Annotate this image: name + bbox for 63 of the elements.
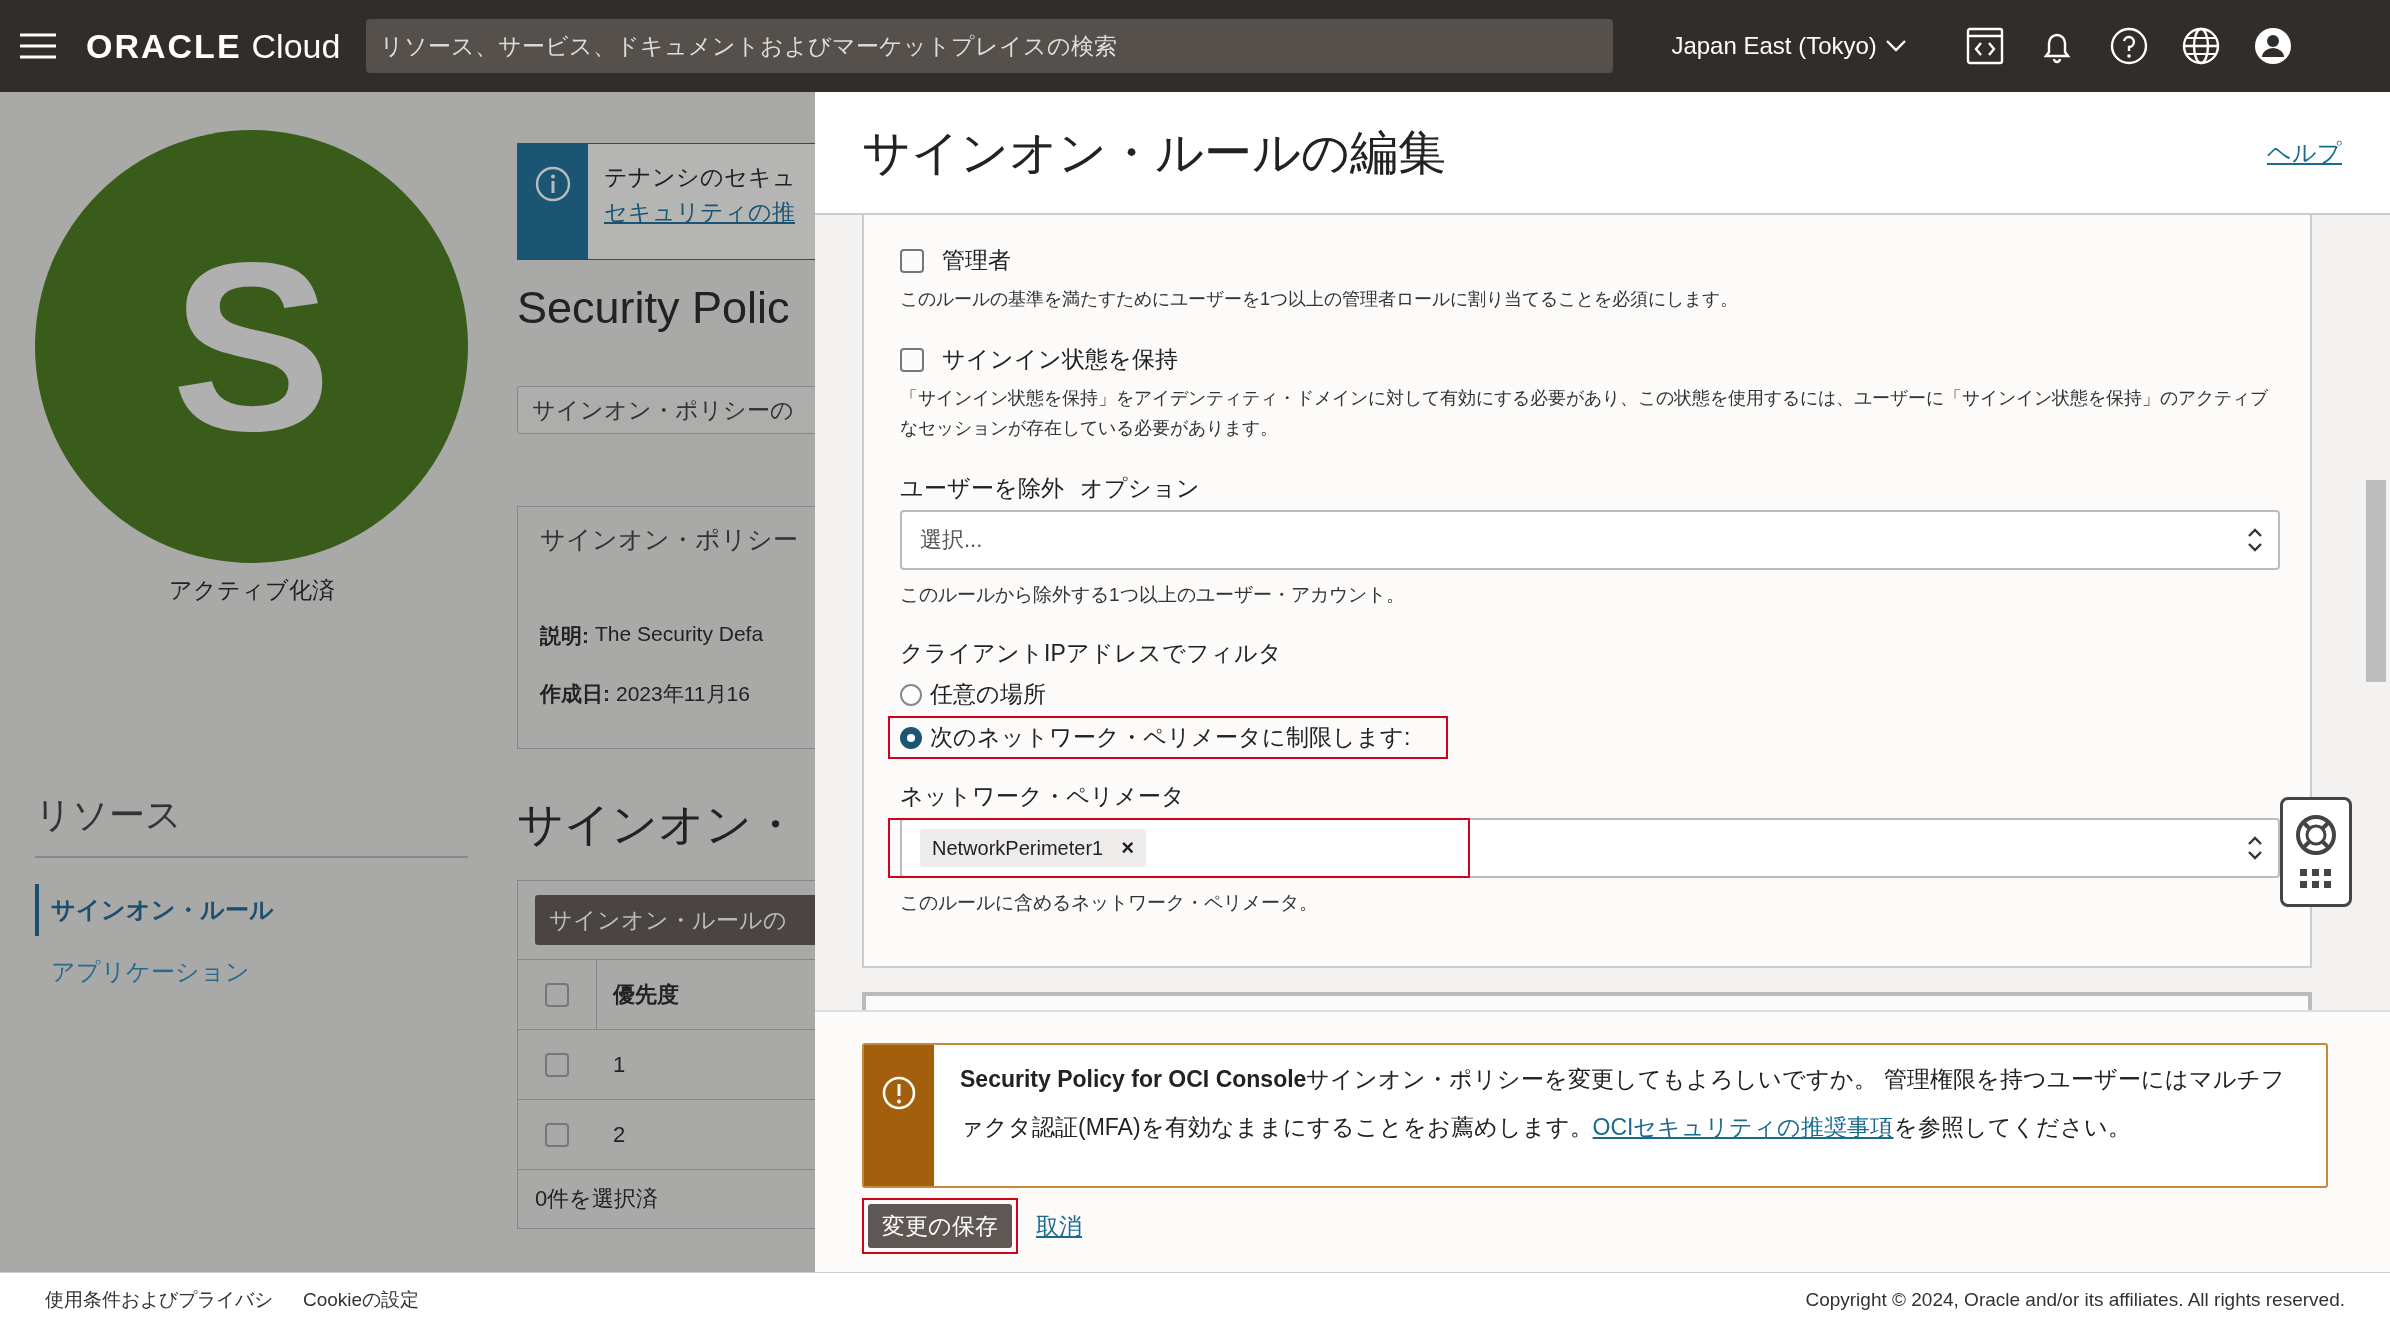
product-name: Cloud bbox=[251, 26, 341, 66]
chevron-down-icon bbox=[1884, 39, 1907, 53]
column-header: 優先度 bbox=[596, 960, 679, 1029]
checkbox-label: 管理者 bbox=[942, 246, 1011, 275]
page-title: Security Polic bbox=[517, 282, 791, 334]
footer-link[interactable]: 使用条件およびプライバシ bbox=[45, 1286, 273, 1313]
add-rule-button[interactable]: サインオン・ルールの bbox=[535, 895, 815, 945]
table-cell-text: 1 bbox=[612, 1051, 626, 1078]
field-label: ユーザーを除外 bbox=[900, 474, 1064, 503]
field-value: 2023年11月16 bbox=[616, 681, 750, 707]
radio-option[interactable]: 任意の場所 bbox=[888, 673, 1058, 716]
checkbox[interactable] bbox=[900, 248, 924, 273]
card-title: サインオン・ポリシー bbox=[540, 524, 799, 555]
edit-policy-button[interactable]: サインオン・ポリシーの bbox=[517, 386, 815, 434]
highlighted-radio-option[interactable]: 次のネットワーク・ペリメータに制限します: bbox=[888, 716, 1449, 759]
checkbox[interactable] bbox=[545, 1122, 569, 1147]
save-button[interactable]: 変更の保存 bbox=[868, 1204, 1012, 1248]
up-down-chevron-icon bbox=[2246, 834, 2264, 862]
field-label: クライアントIPアドレスでフィルタ bbox=[900, 639, 1282, 668]
warning-text: Security Policy for OCI Consoleサインオン・ポリシーを変更してもよろしいですか。 管理権限を持つユーザーにはマルチファクタ認証(MFA)を有効なままにすることをお薦めします。OCIセキュリティの推奨事項を参照してください。 bbox=[959, 1065, 2286, 1142]
resource-avatar: S bbox=[35, 130, 468, 563]
up-down-chevron-icon bbox=[2246, 526, 2264, 554]
perimeter-tag: NetworkPerimeter1 × bbox=[920, 829, 1147, 867]
checkbox-description: 「サインイン状態を保持」をアイデンティティ・ドメインに対して有効にする必要があり、この状態を使用するには、ユーザーに「サインイン状態を保持」のアクティブなセッションが存在している必要があります。 bbox=[900, 387, 2269, 440]
field-label: 作成日: bbox=[540, 681, 610, 707]
checkbox-description: このルールの基準を満たすためにユーザーを1つ以上の管理者ロールに割り当てることを必須にします。 bbox=[900, 288, 1739, 311]
cancel-link[interactable]: 取消 bbox=[1036, 1210, 1082, 1242]
footer-link[interactable]: Cookieの設定 bbox=[303, 1286, 420, 1313]
checkbox-label: サインイン状態を保持 bbox=[942, 345, 1178, 374]
checkbox[interactable] bbox=[545, 982, 569, 1007]
recommendations-link[interactable]: OCIセキュリティの推奨事項 bbox=[1592, 1114, 1894, 1140]
banner-text: テナンシのセキュ bbox=[604, 163, 796, 192]
checkbox[interactable] bbox=[900, 347, 924, 372]
search-field[interactable]: リソース、サービス、ドキュメントおよびマーケットプレイスの検索 bbox=[366, 19, 1614, 73]
user-select-field[interactable]: 選択... bbox=[900, 510, 2280, 570]
resources-heading: リソース bbox=[35, 793, 183, 837]
field-label: ネットワーク・ペリメータ bbox=[900, 782, 1185, 811]
info-icon bbox=[533, 164, 573, 204]
help-text: このルールから除外する1つ以上のユーザー・アカウント。 bbox=[900, 583, 1406, 607]
status-text: アクティブ化済 bbox=[167, 576, 336, 605]
code-window-icon bbox=[1964, 26, 2005, 66]
help-text: このルールに含めるネットワーク・ペリメータ。 bbox=[900, 891, 1319, 915]
banner-link[interactable]: セキュリティの推 bbox=[604, 197, 796, 228]
panel-title: サインオン・ルールの編集 bbox=[862, 124, 1446, 181]
oracle-logo[interactable]: ORACLE bbox=[86, 26, 242, 66]
nav-link[interactable]: サインオン・ルール bbox=[35, 884, 286, 936]
menu-icon bbox=[18, 31, 58, 61]
globe-icon bbox=[2180, 26, 2221, 66]
copyright-text: Copyright © 2024, Oracle and/or its affiliates. All rights reserved. bbox=[1805, 1288, 2345, 1311]
help-widget[interactable] bbox=[2280, 797, 2352, 907]
warning-icon bbox=[881, 1075, 917, 1111]
optional-label: オプション bbox=[1080, 474, 1200, 503]
field-value: The Security Defa bbox=[595, 622, 764, 647]
user-avatar-icon bbox=[2252, 26, 2293, 66]
help-icon bbox=[2108, 26, 2149, 66]
lifebuoy-icon bbox=[2294, 812, 2338, 857]
section-title: サインオン・ bbox=[517, 797, 799, 852]
checkbox[interactable] bbox=[545, 1052, 569, 1077]
remove-tag-button[interactable]: × bbox=[1121, 835, 1135, 861]
field-label: 説明: bbox=[540, 623, 589, 649]
region-selector[interactable]: Japan East (Tokyo) bbox=[1665, 31, 1913, 61]
help-link[interactable]: ヘルプ bbox=[2267, 136, 2342, 169]
table-cell-text: 2 bbox=[612, 1121, 626, 1148]
